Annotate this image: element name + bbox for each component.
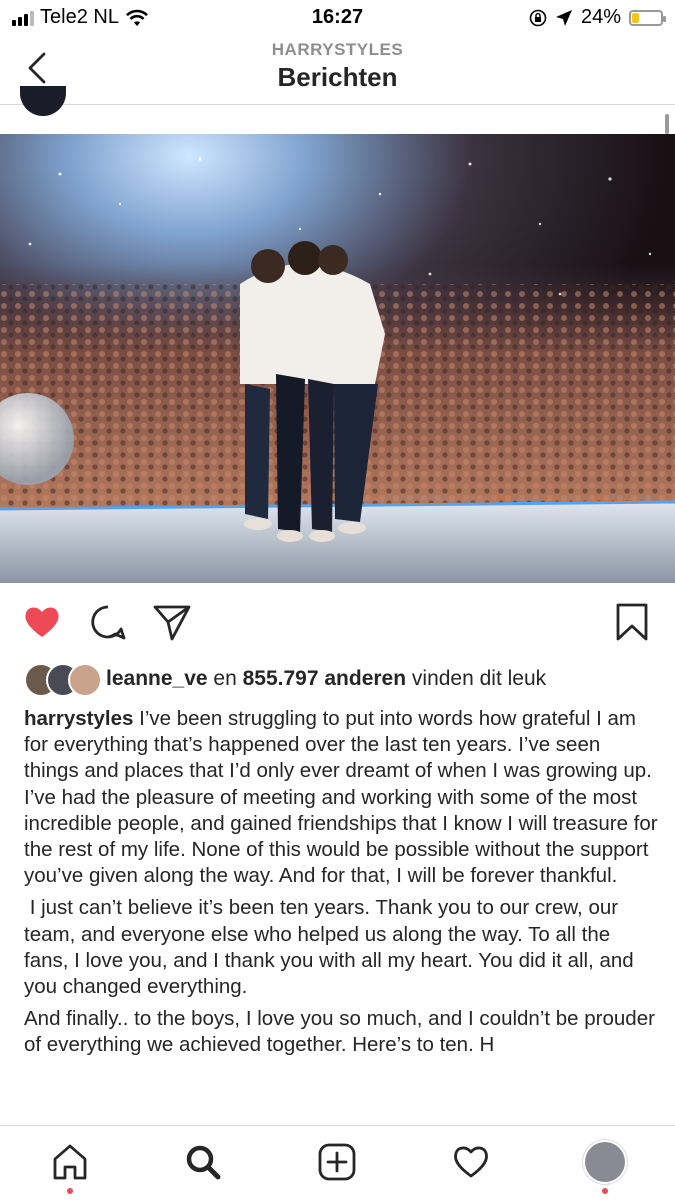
likes-summary[interactable]: leanne_ve en 855.797 anderen vinden dit … [24,662,546,697]
comment-icon[interactable] [88,602,128,642]
bookmark-icon[interactable] [612,602,652,642]
add-post-icon[interactable] [317,1142,357,1182]
location-arrow-icon [555,9,572,26]
profile-avatar[interactable] [585,1142,625,1182]
likes-count[interactable]: 855.797 anderen [243,667,406,690]
post-author-avatar[interactable] [20,86,66,116]
status-right: 24% [529,6,666,29]
tab-bar [0,1125,675,1200]
liker-username[interactable]: leanne_ve [106,667,208,690]
profile-notification-dot [602,1188,608,1194]
caption-paragraph: I just can’t believe it’s been ten years… [24,896,640,999]
post-actions [0,598,675,648]
scrollbar[interactable] [665,114,669,134]
home-notification-dot [67,1188,73,1194]
caption-paragraph: And finally.. to the boys, I love you so… [24,1007,655,1057]
post-photo[interactable] [0,134,675,583]
avatar [68,663,102,697]
battery-icon [629,9,666,26]
caption-paragraph: harrystyles I’ve been struggling to put … [24,706,660,889]
activity-heart-icon[interactable] [451,1142,491,1182]
concert-photo [0,134,675,583]
liker-avatars [24,663,102,697]
status-bar: Tele2 NL 16:27 24% [0,0,675,36]
likes-text: leanne_ve en 855.797 anderen vinden dit … [106,667,546,691]
orientation-lock-icon [529,9,547,26]
battery-percent: 24% [580,6,621,28]
header-username: HARRYSTYLES [271,40,404,59]
search-icon[interactable] [183,1142,223,1182]
page-title: Berichten [277,62,398,92]
heart-filled-icon[interactable] [22,602,62,642]
nav-header: HARRYSTYLES Berichten [0,36,675,105]
likes-suffix: vinden dit leuk [411,667,547,690]
likes-connector: en [213,667,237,690]
battery-fill [632,12,639,23]
caption-username[interactable]: harrystyles [24,707,133,730]
paper-plane-icon[interactable] [152,602,192,642]
post-caption: harrystyles I’ve been struggling to put … [24,706,660,1065]
home-icon[interactable] [50,1142,90,1182]
caption-text: I’ve been struggling to put into words h… [24,707,658,888]
